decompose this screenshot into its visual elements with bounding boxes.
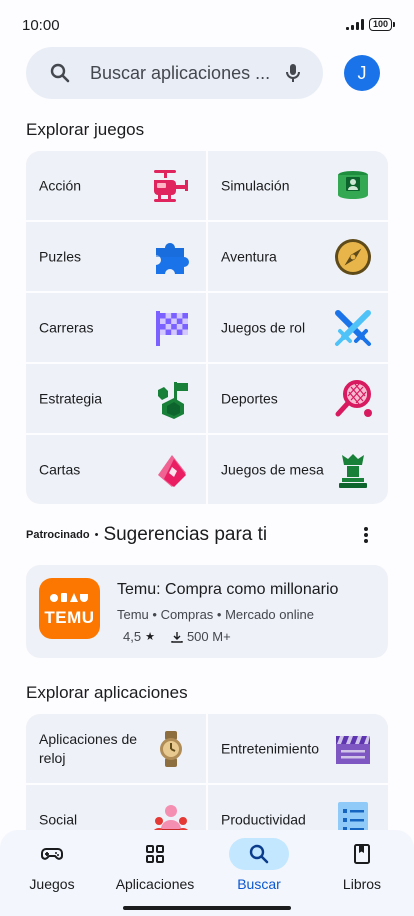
nav-label: Buscar [237, 876, 281, 892]
explore-games-title: Explorar juegos [26, 120, 145, 139]
watch-icon [160, 730, 182, 767]
temu-logo-icon [50, 593, 88, 602]
status-icons: 100 [345, 18, 396, 31]
category-label: Juegos de rol [221, 319, 306, 335]
status-time: 10:00 [22, 17, 60, 34]
nav-label: Libros [342, 876, 382, 892]
sponsored-header: Patrocinado • Sugerencias para ti [26, 521, 388, 549]
nav-icon-container [332, 838, 392, 870]
home-indicator[interactable] [123, 906, 291, 910]
nav-icon-container [125, 838, 185, 870]
nav-item-buscar[interactable]: Buscar [207, 838, 311, 892]
star-icon: ★ [145, 631, 155, 643]
more-options-icon[interactable] [356, 525, 376, 545]
status-bar: 10:00 100 [0, 0, 414, 50]
temu-logo-text: TEMU [44, 608, 95, 627]
gamepad-icon [41, 848, 63, 860]
category-label: Simulación [221, 177, 290, 193]
app-suggestion-card[interactable]: TEMU Temu: Compra como millonario Temu •… [26, 565, 388, 658]
separator: • [94, 529, 99, 541]
search-icon [249, 844, 269, 864]
explore-apps-title: Explorar aplicaciones [26, 683, 188, 702]
nav-label: Aplicaciones [115, 876, 195, 892]
cards-icon [158, 454, 186, 487]
category-tile-accion[interactable]: Acción [26, 151, 206, 220]
category-tile-juegos-de-rol[interactable]: Juegos de rol [208, 293, 388, 362]
microphone-icon[interactable] [281, 61, 305, 85]
app-name: Temu: Compra como millonario [117, 581, 339, 598]
apps-grid-icon [146, 845, 164, 863]
compass-icon [335, 238, 371, 275]
nav-item-libros[interactable]: Libros [310, 838, 414, 892]
app-meta: Temu • Compras • Mercado online [117, 607, 314, 622]
search-icon [50, 63, 70, 83]
category-label: Aventura [221, 248, 277, 264]
category-label: Entretenimiento [221, 740, 320, 756]
category-tile-entretenimiento[interactable]: Entretenimiento [208, 714, 388, 783]
category-tile-estrategia[interactable]: Estrategia [26, 364, 206, 433]
sponsored-label: Patrocinado [26, 529, 90, 541]
app-stats: 4,5 ★ 500 M+ [123, 629, 231, 644]
app-rating: 4,5 [123, 629, 142, 644]
nav-label: Juegos [29, 876, 75, 892]
avatar[interactable]: J [344, 55, 380, 91]
nav-item-juegos[interactable]: Juegos [0, 838, 104, 892]
category-label: Deportes [221, 390, 278, 406]
search-input[interactable]: Buscar aplicaciones ... [90, 63, 270, 84]
nav-item-aplicaciones[interactable]: Aplicaciones [103, 838, 207, 892]
app-downloads: 500 M+ [186, 629, 231, 644]
category-label: Puzles [39, 248, 82, 264]
category-label: Acción [39, 177, 82, 193]
category-tile-carreras[interactable]: Carreras [26, 293, 206, 362]
strategy-flag-icon [158, 381, 188, 419]
category-label: Social [39, 811, 78, 827]
clapperboard-icon [336, 735, 370, 764]
checkered-flag-icon [156, 310, 188, 346]
category-label: Cartas [39, 461, 81, 477]
crossed-swords-icon [335, 309, 371, 346]
signal-icon [345, 19, 364, 30]
category-tile-simulacion[interactable]: Simulación [208, 151, 388, 220]
nav-icon-container [22, 838, 82, 870]
category-tile-deportes[interactable]: Deportes [208, 364, 388, 433]
simulation-icon [338, 170, 368, 199]
category-label: Juegos de mesa [221, 461, 324, 477]
bottom-navigation: Juegos Aplicaciones Buscar Libros [0, 830, 414, 916]
nav-icon-container [229, 838, 289, 870]
category-tile-relojes[interactable]: Aplicaciones de reloj [26, 714, 206, 783]
book-icon [354, 844, 370, 864]
download-icon [171, 631, 183, 643]
puzzle-icon [156, 242, 189, 274]
category-tile-juegos-de-mesa[interactable]: Juegos de mesa [208, 435, 388, 504]
category-tile-cartas[interactable]: Cartas [26, 435, 206, 504]
category-label: Estrategia [39, 390, 103, 406]
battery-icon: 100 [368, 18, 396, 31]
category-tile-aventura[interactable]: Aventura [208, 222, 388, 291]
search-bar[interactable]: Buscar aplicaciones ... [26, 47, 323, 99]
temu-logo: TEMU [39, 578, 100, 639]
category-label: Carreras [39, 319, 94, 335]
category-label: Productividad [221, 811, 306, 827]
category-tile-puzles[interactable]: Puzles [26, 222, 206, 291]
suggestions-title: Sugerencias para ti [103, 524, 268, 545]
tennis-racket-icon [335, 379, 372, 417]
chess-piece-icon [339, 453, 367, 488]
games-category-grid: Acción Simulación Puzles Aventura Carrer… [26, 151, 388, 504]
category-label: Aplicaciones de reloj [39, 730, 138, 766]
helicopter-icon [154, 169, 188, 202]
